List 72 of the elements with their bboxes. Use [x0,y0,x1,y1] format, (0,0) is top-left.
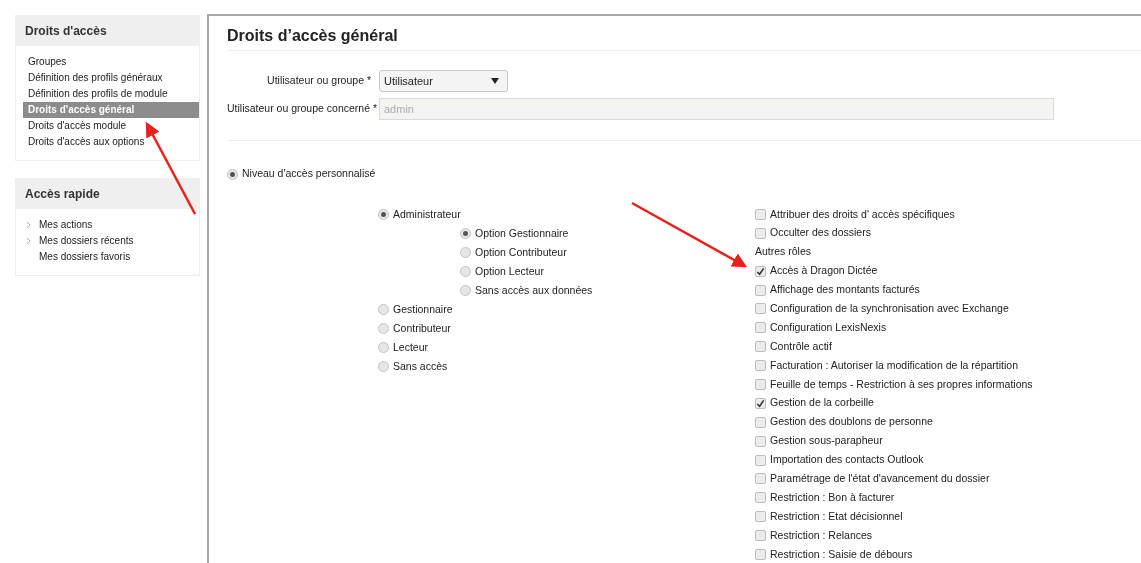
checkbox[interactable] [755,360,766,372]
sidebar-link[interactable]: Définition des profils de module [28,86,168,102]
radio-label: Administrateur [393,206,461,222]
checkbox-label: Accès à Dragon Dictée [770,263,878,279]
checkbox-label: Restriction : Saisie de débours [770,546,913,562]
checkbox-label: Paramétrage de l'état d'avancement du dossier [770,471,990,487]
panel-header: Accès rapide [16,179,199,209]
radio-button[interactable] [378,342,389,353]
checkbox-label: Importation des contacts Outlook [770,452,924,468]
checkbox[interactable] [755,530,766,542]
checkbox-label: Configuration de la synchronisation avec Exchange [770,301,1009,316]
radio-button[interactable] [460,228,471,239]
radio-button[interactable] [378,304,389,315]
checkbox-label: Facturation : Autoriser la modification de la répartition [770,357,1019,373]
radio-label: Option Contributeur [475,244,567,260]
sidebar-link[interactable]: Mes actions [39,217,93,233]
checkbox[interactable] [755,378,766,390]
checkbox-label: Occulter des dossiers [770,225,871,241]
radio-button[interactable] [227,168,238,180]
field-label: Utilisateur ou groupe concerné * [227,101,378,117]
panel-header: Droits d'accès [16,16,199,46]
checkbox[interactable] [755,511,766,523]
radio-label: Contributeur [393,320,451,336]
checkbox-label: Affichage des montants facturés [770,282,920,298]
checkbox[interactable] [755,548,766,560]
radio-label: Lecteur [393,339,429,355]
checkbox[interactable] [755,416,766,428]
checkbox-label: Gestion sous-parapheur [770,433,883,449]
radio-label: Option Lecteur [475,263,544,279]
sidebar-link[interactable]: Droits d'accès aux options [28,134,145,150]
sidebar-link[interactable]: Définition des profils généraux [28,70,163,86]
checkbox-label: Restriction : Bon à facturer [770,489,895,505]
checkbox[interactable] [755,265,766,277]
checkbox[interactable] [755,435,766,447]
radio-button[interactable] [460,266,471,277]
checkbox[interactable] [755,492,766,504]
checkbox-label: Contrôle actif [770,338,832,354]
checkbox-label: Gestion des doublons de personne [770,414,933,430]
radio-label: Sans accès aux données [475,282,593,298]
radio-label: Niveau d'accès personnalisé [242,166,376,182]
caret-down-icon [491,78,499,84]
sidebar-link[interactable]: Groupes [28,54,67,70]
checkbox[interactable] [755,454,766,466]
checkbox-label: Gestion de la corbeille [770,395,874,411]
section-label: Autres rôles [755,244,812,260]
page-title: Droits d’accès général [227,26,399,46]
sidebar-link[interactable]: Mes dossiers favoris [39,249,131,265]
checkbox-label: Feuille de temps - Restriction à ses propres informations [770,376,1033,392]
radio-button[interactable] [460,247,471,258]
sidebar-link[interactable]: Mes dossiers récents [39,233,134,249]
radio-label: Option Gestionnaire [475,225,569,241]
checkbox-label: Restriction : Etat décisionnel [770,508,903,524]
radio-button[interactable] [460,285,471,296]
radio-button[interactable] [378,361,389,372]
checkbox[interactable] [755,227,766,239]
radio-label: Gestionnaire [393,301,453,317]
user-group-select[interactable]: Utilisateur [379,70,508,92]
checkbox[interactable] [755,284,766,296]
field-label: Utilisateur ou groupe * [266,73,372,89]
radio-label: Sans accès [393,358,448,374]
sidebar-link[interactable]: Droits d'accès module [28,118,127,134]
checkbox[interactable] [755,397,766,409]
checkbox[interactable] [755,322,766,334]
checkbox[interactable] [755,303,766,315]
checkbox-label: Attribuer des droits d' accès spécifiques [770,206,955,222]
checkbox-label: Restriction : Relances [770,527,873,543]
radio-button[interactable] [378,209,389,220]
checkbox-label: Configuration LexisNexis [770,319,887,335]
checkbox[interactable] [755,208,766,220]
checkbox[interactable] [755,473,766,485]
checkbox[interactable] [755,341,766,353]
radio-button[interactable] [378,323,389,334]
